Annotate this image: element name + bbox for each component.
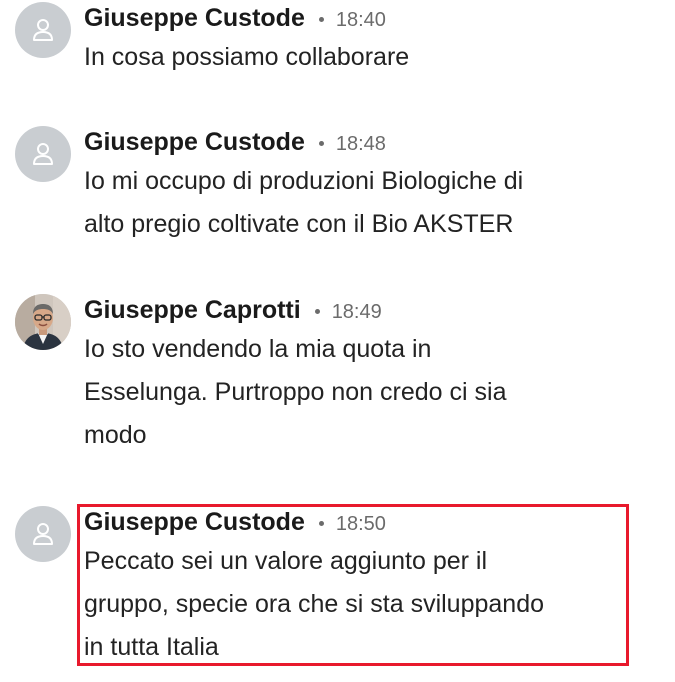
message-line: Io sto vendendo la mia quota in xyxy=(84,335,432,363)
message-line: alto pregio coltivate con il Bio AKSTER xyxy=(84,210,514,238)
sender-name[interactable]: Giuseppe Custode xyxy=(84,128,305,156)
sender-avatar[interactable] xyxy=(15,294,71,350)
message-time: 18:48 xyxy=(335,133,386,155)
message-text: In cosa possiamo collaborare xyxy=(84,36,644,79)
message-line: modo xyxy=(84,421,147,449)
message-meta: Giuseppe Caprotti 18:49 xyxy=(84,292,644,328)
message-time: 18:40 xyxy=(335,9,386,31)
message-line: In cosa possiamo collaborare xyxy=(84,43,410,71)
separator-dot xyxy=(318,17,324,23)
message-line: Esselunga. Purtroppo non credo ci sia xyxy=(84,378,507,406)
person-placeholder-icon xyxy=(33,143,53,165)
message-time: 18:49 xyxy=(331,301,382,323)
sender-name[interactable]: Giuseppe Custode xyxy=(84,4,305,32)
person-placeholder-icon xyxy=(33,523,53,545)
message-text: Io sto vendendo la mia quota in Esselung… xyxy=(84,328,644,457)
message-meta: Giuseppe Custode 18:40 xyxy=(84,0,644,36)
highlight-box xyxy=(77,504,629,666)
sender-name[interactable]: Giuseppe Caprotti xyxy=(84,296,301,324)
separator-dot xyxy=(314,309,320,315)
message-line: Io mi occupo di produzioni Biologiche di xyxy=(84,167,524,195)
separator-dot xyxy=(318,141,324,147)
message-meta: Giuseppe Custode 18:48 xyxy=(84,124,644,160)
person-placeholder-icon xyxy=(33,19,53,41)
profile-photo xyxy=(15,294,71,350)
sender-avatar[interactable] xyxy=(15,126,71,182)
sender-avatar[interactable] xyxy=(15,2,71,58)
message-text: Io mi occupo di produzioni Biologiche di… xyxy=(84,160,644,246)
sender-avatar[interactable] xyxy=(15,506,71,562)
